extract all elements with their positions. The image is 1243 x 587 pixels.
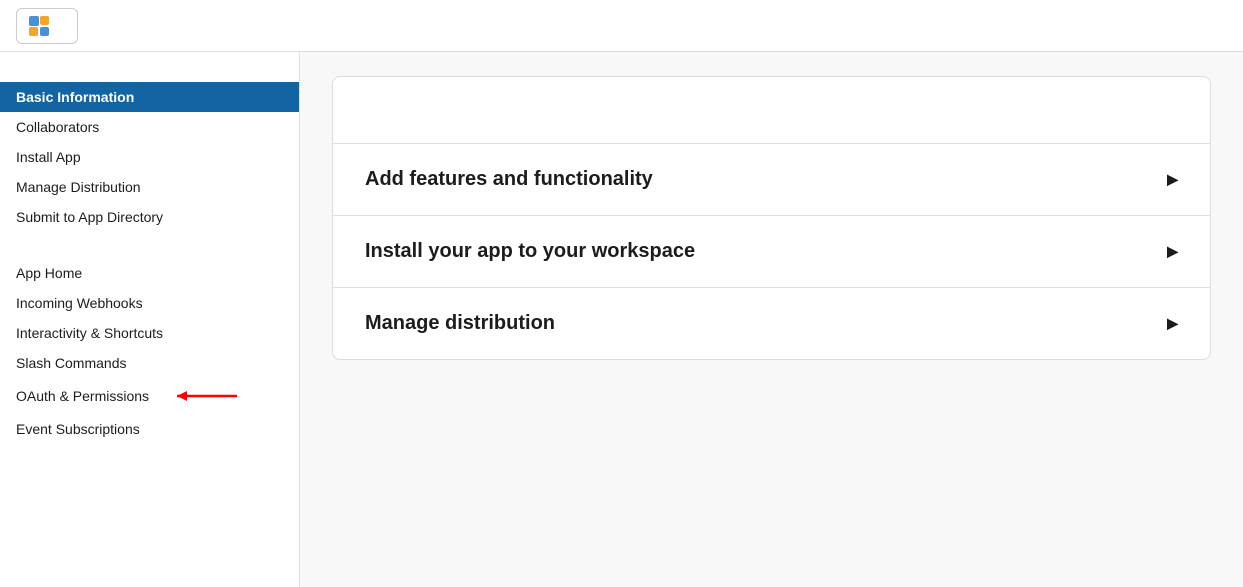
settings-nav: Basic InformationCollaboratorsInstall Ap… xyxy=(0,82,299,232)
features-section-title xyxy=(0,244,299,258)
card-row-install-workspace[interactable]: Install your app to your workspace ▶ xyxy=(333,216,1210,288)
sidebar-item-app-home[interactable]: App Home xyxy=(0,258,299,288)
card-row-manage-distribution[interactable]: Manage distribution ▶ xyxy=(333,288,1210,359)
sidebar-item-manage-distribution[interactable]: Manage Distribution xyxy=(0,172,299,202)
sidebar-item-slash-commands[interactable]: Slash Commands xyxy=(0,348,299,378)
app-selector[interactable] xyxy=(16,8,78,44)
main-layout: Basic InformationCollaboratorsInstall Ap… xyxy=(0,52,1243,587)
chevron-right-icon: ▶ xyxy=(1167,243,1178,260)
app-icon xyxy=(27,14,51,38)
sidebar-item-oauth-permissions[interactable]: OAuth & Permissions xyxy=(0,378,299,414)
chevron-right-icon: ▶ xyxy=(1167,171,1178,188)
arrow-svg xyxy=(167,385,247,407)
sidebar-item-collaborators[interactable]: Collaborators xyxy=(0,112,299,142)
card-row-title-add-features: Add features and functionality xyxy=(365,168,653,191)
chevron-right-icon: ▶ xyxy=(1167,315,1178,332)
main-content: Add features and functionality▶Install y… xyxy=(300,52,1243,587)
sidebar: Basic InformationCollaboratorsInstall Ap… xyxy=(0,52,300,587)
sidebar-item-submit-to-app-directory[interactable]: Submit to App Directory xyxy=(0,202,299,232)
sidebar-item-label-oauth-permissions: OAuth & Permissions xyxy=(16,388,149,404)
card-row-add-features[interactable]: Add features and functionality ▶ xyxy=(333,144,1210,216)
main-sections: Add features and functionality▶Install y… xyxy=(333,144,1210,359)
features-nav: App HomeIncoming WebhooksInteractivity &… xyxy=(0,258,299,444)
card-row-title-manage-distribution: Manage distribution xyxy=(365,312,555,335)
sidebar-item-incoming-webhooks[interactable]: Incoming Webhooks xyxy=(0,288,299,318)
sidebar-item-interactivity-shortcuts[interactable]: Interactivity & Shortcuts xyxy=(0,318,299,348)
card-row-title-install-workspace: Install your app to your workspace xyxy=(365,240,695,263)
building-apps-section xyxy=(333,77,1210,144)
top-bar xyxy=(0,0,1243,52)
sidebar-item-install-app[interactable]: Install App xyxy=(0,142,299,172)
settings-section-title xyxy=(0,68,299,82)
sidebar-item-event-subscriptions[interactable]: Event Subscriptions xyxy=(0,414,299,444)
content-card: Add features and functionality▶Install y… xyxy=(332,76,1211,360)
sidebar-item-basic-information[interactable]: Basic Information xyxy=(0,82,299,112)
red-arrow-annotation xyxy=(167,385,247,407)
